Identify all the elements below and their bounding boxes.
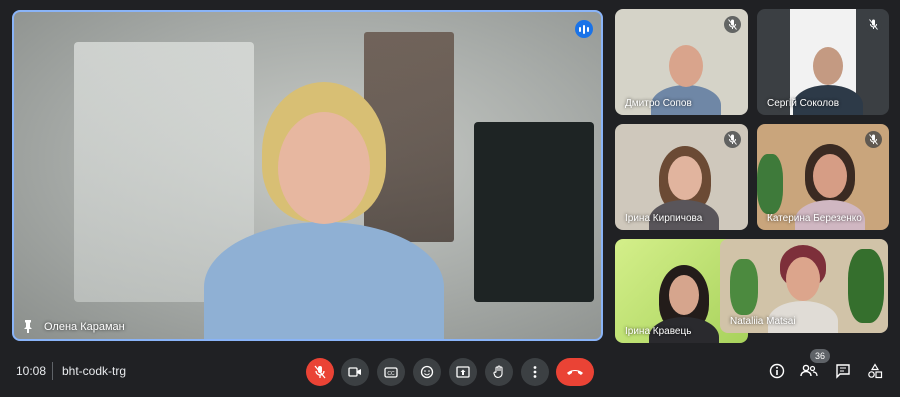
emoji-reactions-button[interactable] <box>413 358 441 386</box>
end-call-icon <box>567 370 583 375</box>
info-icon <box>769 363 785 379</box>
mic-toggle-button[interactable] <box>306 358 334 386</box>
divider <box>52 362 53 380</box>
meeting-clock: 10:08 <box>16 364 47 378</box>
mic-muted-icon <box>314 365 326 379</box>
participant-tile[interactable]: Nataliia Matsai <box>720 239 888 333</box>
participant-tile[interactable]: Ірина Кирпичова <box>615 124 748 230</box>
raise-hand-button[interactable] <box>485 358 513 386</box>
participant-name: Дмитро Сопов <box>625 98 692 109</box>
chat-icon <box>836 364 850 379</box>
participant-name: Nataliia Matsai <box>730 316 796 327</box>
mic-muted-icon <box>865 131 882 148</box>
participant-tile[interactable]: Сергій Соколов <box>757 9 889 115</box>
mic-muted-icon <box>724 16 741 33</box>
meeting-code: bht-codk-trg <box>62 364 127 378</box>
camera-icon <box>348 367 361 377</box>
mic-muted-icon <box>724 131 741 148</box>
background-plant <box>730 259 758 315</box>
mic-muted-icon <box>865 16 882 33</box>
present-screen-button[interactable] <box>449 358 477 386</box>
meeting-info-button[interactable] <box>766 360 788 382</box>
raise-hand-icon <box>493 365 503 378</box>
speaking-icon <box>575 20 593 38</box>
more-options-icon <box>533 366 537 378</box>
bottom-control-bar: 10:08 bht-codk-trg CC <box>0 352 900 392</box>
main-speaker-name: Олена Караман <box>44 321 125 333</box>
activities-icon <box>868 363 883 379</box>
svg-text:CC: CC <box>387 371 395 377</box>
pin-icon[interactable] <box>22 319 34 333</box>
people-icon <box>800 364 818 377</box>
present-icon <box>456 366 470 378</box>
more-options-button[interactable] <box>521 358 549 386</box>
people-button[interactable] <box>798 360 820 382</box>
participant-tile[interactable]: Дмитро Сопов <box>615 9 748 115</box>
background-monitor <box>474 122 594 302</box>
participant-name: Сергій Соколов <box>767 98 840 109</box>
background-plant <box>757 154 783 214</box>
participant-tile[interactable]: Катерина Березенко <box>757 124 889 230</box>
participant-name: Ірина Кирпичова <box>625 213 703 224</box>
speaker-video <box>204 82 444 339</box>
participant-count-badge: 36 <box>810 349 830 363</box>
activities-button[interactable] <box>864 360 886 382</box>
participant-name: Катерина Березенко <box>767 213 862 224</box>
main-speaker-tile[interactable]: Олена Караман <box>12 10 603 341</box>
end-call-button[interactable] <box>556 358 594 386</box>
chat-button[interactable] <box>832 360 854 382</box>
participant-name: Ірина Кравець <box>625 326 692 337</box>
camera-toggle-button[interactable] <box>341 358 369 386</box>
background-plant <box>848 249 884 323</box>
emoji-icon <box>420 365 434 379</box>
captions-button[interactable]: CC <box>377 358 405 386</box>
captions-icon: CC <box>384 366 398 378</box>
